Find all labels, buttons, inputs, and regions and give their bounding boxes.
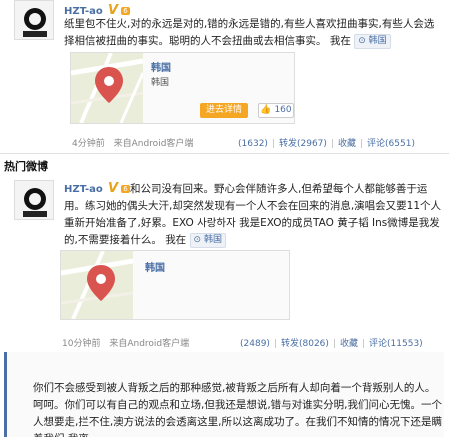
post-actions: (2489) | 转发(8026) | 收藏 | 评论(11553) [240, 339, 423, 349]
post-source[interactable]: 来自Android客户端 [109, 339, 189, 349]
level-badge: 6 [121, 7, 130, 15]
like-action[interactable]: (2489) [240, 339, 270, 349]
like-action[interactable]: (1632) [238, 139, 268, 149]
post-source[interactable]: 来自Android客户端 [114, 139, 194, 149]
favorite-action[interactable]: 收藏 [340, 339, 358, 349]
post-time[interactable]: 4分钟前 [72, 139, 105, 149]
like-count: 160 [274, 105, 292, 115]
avatar[interactable] [14, 180, 54, 220]
comment-action[interactable]: 评论(6551) [367, 139, 415, 149]
post-time[interactable]: 10分钟前 [62, 339, 100, 349]
divider [0, 153, 449, 154]
map-card-title[interactable]: 韩国 [151, 59, 171, 74]
location-tag[interactable]: ⊙ 韩国 [189, 232, 226, 248]
location-tag[interactable]: ⊙ 韩国 [354, 33, 391, 49]
repost-action[interactable]: 转发(2967) [279, 139, 327, 149]
map-card-title[interactable]: 韩国 [145, 259, 165, 274]
post-text: 和公司没有回来。野心会伴随许多人,但希望每个人都能够善于运用。练习她的偶头大汗,… [64, 181, 444, 249]
post-1: HZT-ao V 6 纸里包不住火,对的永远是对的,错的永远是错的,有些人喜欢扭… [0, 0, 449, 158]
thumbs-up-icon: 👍 [260, 105, 272, 115]
location-prefix: 我在 [165, 234, 187, 246]
post-text: 纸里包不住火,对的永远是对的,错的永远是错的,有些人喜欢扭曲事实,有些人会选择相… [64, 16, 444, 50]
details-button[interactable]: 进去详情 [200, 103, 248, 118]
post-actions: (1632) | 转发(2967) | 收藏 | 评论(6551) [238, 139, 415, 149]
location-icon: ⊙ [193, 234, 202, 245]
location-tag-label: 韩国 [203, 234, 222, 245]
map-card-subtitle: 韩国 [151, 78, 170, 88]
favorite-action[interactable]: 收藏 [338, 139, 356, 149]
quoted-post-text: 你们不会感受到被人背叛之后的那种感觉,被背叛之后所有人却向着一个背叛别人的人。呵… [33, 382, 443, 437]
post-meta: 10分钟前 来自Android客户端 [62, 336, 189, 349]
post-2: HZT-ao V 6 和公司没有回来。野心会伴随许多人,但希望每个人都能够善于运… [0, 172, 449, 352]
quoted-post[interactable]: 你们不会感受到被人背叛之后的那种感觉,被背叛之后所有人却向着一个背叛别人的人。呵… [4, 352, 444, 437]
repost-action[interactable]: 转发(8026) [281, 339, 329, 349]
like-button[interactable]: 👍 160 [258, 103, 294, 118]
map-thumbnail [61, 251, 133, 319]
post-meta: 4分钟前 来自Android客户端 [72, 136, 193, 149]
comment-action[interactable]: 评论(11553) [369, 339, 423, 349]
location-tag-label: 韩国 [368, 35, 387, 46]
map-card[interactable]: 韩国 [60, 250, 290, 320]
avatar[interactable] [14, 0, 54, 40]
location-prefix: 我在 [329, 35, 351, 47]
location-icon: ⊙ [358, 35, 366, 46]
post-text-body: 和公司没有回来。野心会伴随许多人,但希望每个人都能够善于运用。练习她的偶头大汗,… [64, 183, 442, 246]
map-thumbnail [71, 53, 143, 123]
